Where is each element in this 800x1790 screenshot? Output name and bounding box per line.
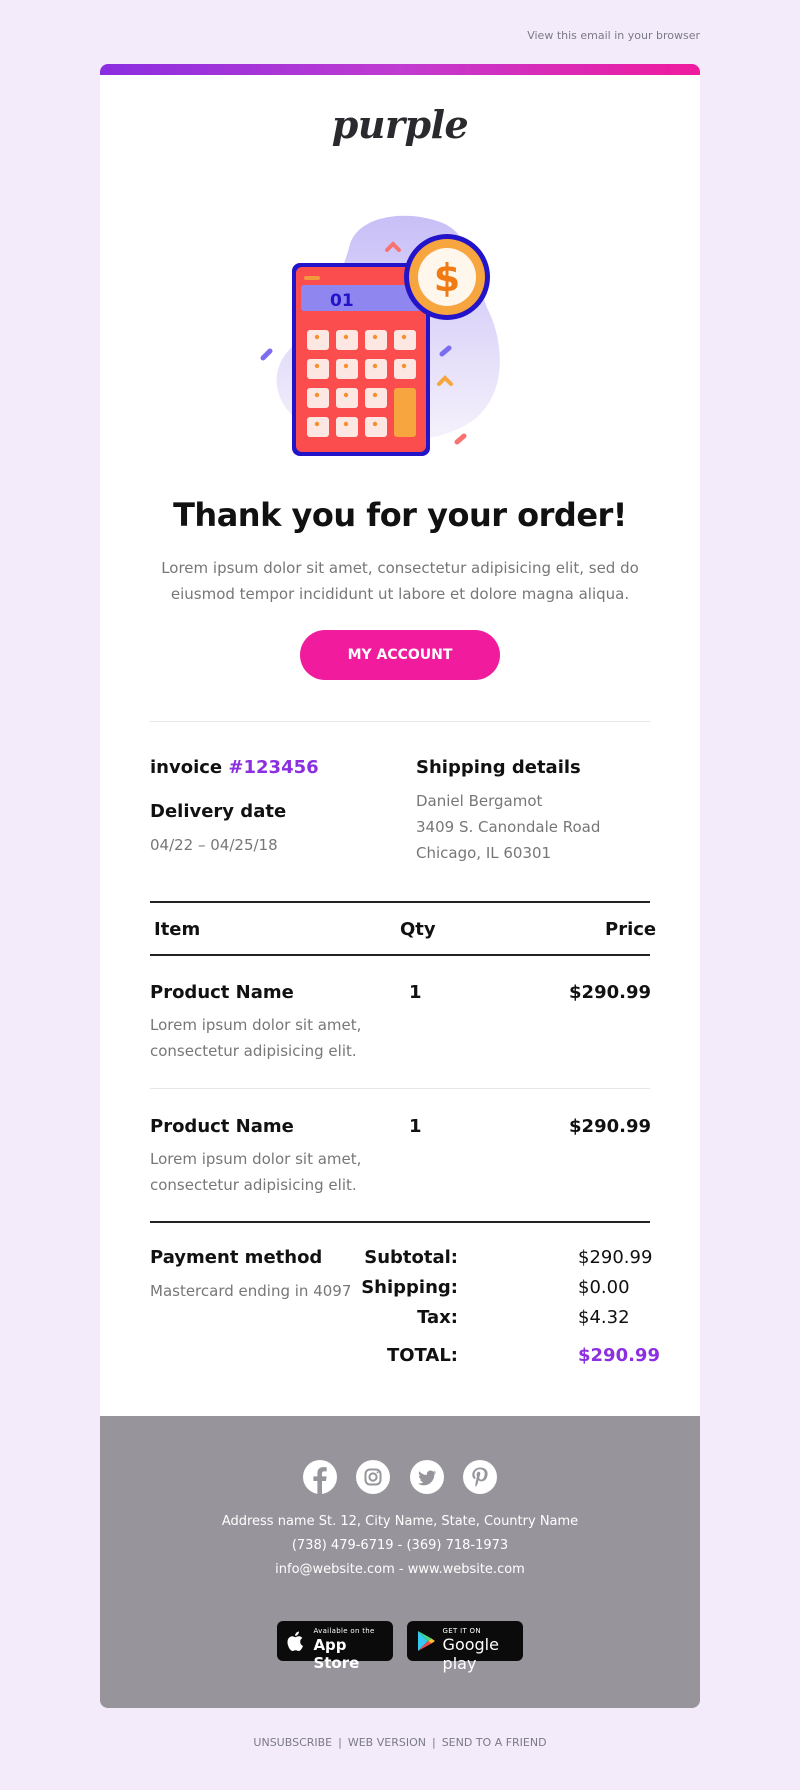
tax-value: $4.32	[578, 1307, 630, 1328]
shipping-street: 3409 S. Canondale Road	[416, 818, 601, 836]
instagram-icon[interactable]	[356, 1460, 391, 1494]
product-description: Lorem ipsum dolor sit amet, consectetur …	[150, 1016, 362, 1060]
column-header-price: Price	[605, 919, 657, 940]
app-store-badge[interactable]: Available on the App Store	[277, 1621, 394, 1672]
footer-links: UNSUBSCRIBE | WEB VERSION | SEND TO A FRIEND	[0, 1736, 800, 1749]
google-play-badge[interactable]: GET IT ON Google play	[406, 1621, 523, 1673]
footer-address: Address name St. 12, City Name, State, C…	[221, 1514, 579, 1529]
facebook-icon[interactable]	[303, 1460, 338, 1494]
shipping-cost-value: $0.00	[578, 1277, 630, 1298]
product-price: $290.99	[569, 982, 651, 1003]
pinterest-icon[interactable]	[462, 1460, 497, 1494]
table-top-rule	[150, 901, 650, 903]
invoice-heading: invoice #123456	[150, 757, 319, 778]
coin-dollar-icon: $	[434, 256, 460, 300]
shipping-details-label: Shipping details	[416, 757, 581, 778]
invoice-number: #123456	[228, 757, 319, 778]
table-bottom-rule	[150, 1221, 650, 1223]
twitter-icon[interactable]	[409, 1460, 444, 1494]
table-header-rule	[150, 954, 650, 956]
app-store-small-text: Available on the	[313, 1627, 375, 1635]
row-divider	[150, 1088, 650, 1089]
delivery-date-value: 04/22 – 04/25/18	[150, 836, 278, 854]
product-price: $290.99	[569, 1116, 651, 1137]
separator: |	[338, 1736, 342, 1749]
unsubscribe-link[interactable]: UNSUBSCRIBE	[253, 1736, 332, 1749]
invoice-label: invoice	[150, 757, 223, 778]
google-play-small-text: GET IT ON	[442, 1627, 481, 1635]
total-value: $290.99	[578, 1345, 660, 1366]
column-header-qty: Qty	[400, 919, 436, 940]
google-play-icon	[417, 1631, 435, 1651]
footer: Address name St. 12, City Name, State, C…	[100, 1416, 700, 1708]
calculator-illustration: 01 $	[260, 215, 500, 456]
product-description: Lorem ipsum dolor sit amet, consectetur …	[150, 1150, 362, 1194]
total-label: TOTAL:	[386, 1345, 458, 1366]
subtotal-value: $290.99	[578, 1247, 653, 1268]
footer-phones: (738) 479-6719 - (369) 718-1973	[291, 1538, 509, 1553]
product-name: Product Name	[150, 1116, 294, 1137]
delivery-date-label: Delivery date	[150, 801, 287, 822]
product-qty: 1	[409, 1116, 422, 1137]
tax-label: Tax:	[417, 1307, 458, 1328]
app-store-big-text: App Store	[313, 1636, 360, 1672]
shipping-name: Daniel Bergamot	[416, 792, 543, 810]
column-header-item: Item	[154, 919, 201, 940]
product-name: Product Name	[150, 982, 294, 1003]
web-version-link[interactable]: WEB VERSION	[348, 1736, 426, 1749]
shipping-city: Chicago, IL 60301	[416, 844, 552, 862]
footer-contact[interactable]: info@website.com - www.website.com	[100, 1562, 700, 1577]
app-store-badges: Available on the App Store GET IT ON Goo…	[100, 1621, 700, 1673]
gradient-top-bar	[100, 64, 700, 75]
intro-paragraph: Lorem ipsum dolor sit amet, consectetur …	[161, 559, 639, 603]
view-in-browser-link[interactable]: View this email in your browser	[527, 29, 700, 42]
my-account-button[interactable]: MY ACCOUNT	[300, 630, 500, 680]
email-card: purple 01 $ Thank you for your order! Lo…	[100, 64, 700, 1708]
shipping-cost-label: Shipping:	[361, 1277, 458, 1298]
brand-logo: purple	[331, 102, 469, 147]
send-to-friend-link[interactable]: SEND TO A FRIEND	[442, 1736, 547, 1749]
social-links	[100, 1460, 700, 1498]
calculator-display-text: 01	[330, 291, 354, 311]
separator: |	[431, 1736, 436, 1749]
product-qty: 1	[409, 982, 422, 1003]
subtotal-label: Subtotal:	[364, 1247, 458, 1268]
apple-icon	[287, 1631, 304, 1651]
divider	[150, 721, 650, 722]
google-play-big-text: Google play	[442, 1635, 499, 1673]
thank-you-heading: Thank you for your order!	[173, 496, 627, 534]
